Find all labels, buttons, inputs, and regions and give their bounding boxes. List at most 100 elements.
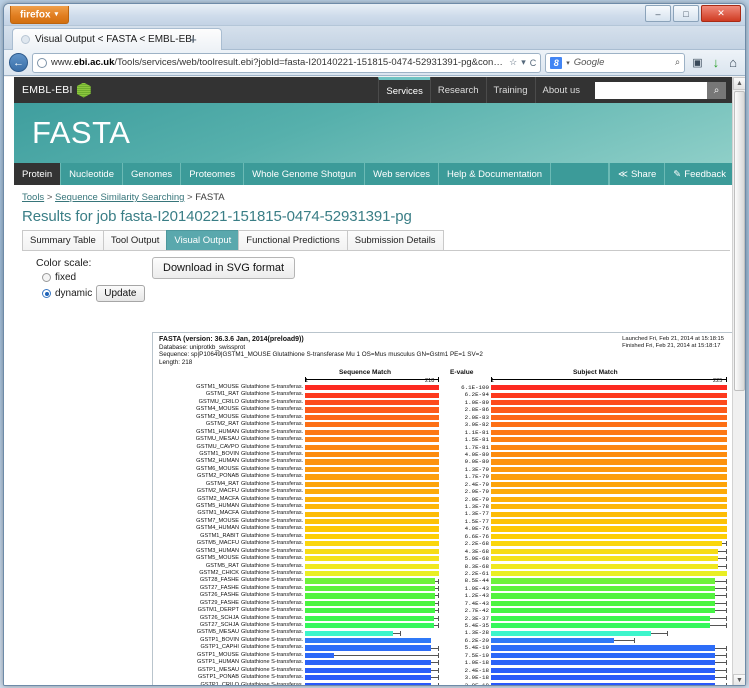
subject-match-bar[interactable] (491, 437, 727, 443)
sequence-match-bar[interactable] (305, 474, 439, 480)
sequence-match-bar[interactable] (305, 459, 439, 465)
subject-match-bar[interactable] (491, 511, 727, 517)
tool-nav-protein[interactable]: Protein (14, 163, 62, 185)
subject-match-bar[interactable] (491, 593, 716, 599)
table-row[interactable]: GSTMU_MESAU Glutathione S-transferas... 1.… (153, 436, 736, 443)
table-row[interactable]: GST26_FASHE Glutathione S-transferas... 1.… (153, 592, 736, 599)
subject-match-bar[interactable] (491, 578, 716, 584)
subject-match-bar[interactable] (491, 444, 727, 450)
hit-accession[interactable]: GST26_SCHJA (153, 615, 239, 622)
table-row[interactable]: GSTP1_BOVIN Glutathione S-transferas... 6.… (153, 637, 736, 644)
table-row[interactable]: GSTM4_MOUSE Glutathione S-transferas... 2.… (153, 406, 736, 413)
table-row[interactable]: GST26_SCHJA Glutathione S-transferas... 2.… (153, 615, 736, 622)
hit-accession[interactable]: GST26_FASHE (153, 592, 239, 599)
table-row[interactable]: GSTP1_CAPHI Glutathione S-transferas... 5.… (153, 644, 736, 651)
sequence-match-bar[interactable] (305, 623, 434, 629)
table-row[interactable]: GSTM6_MOUSE Glutathione S-transferas... 1.… (153, 466, 736, 473)
sequence-match-bar[interactable] (305, 563, 439, 569)
table-row[interactable]: GSTM5_MESAU Glutathione S-transferas... 1.… (153, 629, 736, 636)
hit-accession[interactable]: GSTM2_MACFU (153, 488, 239, 495)
page-action-icon[interactable]: ▣ (689, 56, 705, 69)
subject-match-bar[interactable] (491, 675, 716, 681)
hit-accession[interactable]: GSTM1_RABIT (153, 533, 239, 540)
subject-match-bar[interactable] (491, 392, 727, 398)
hit-accession[interactable]: GSTM1_MACFA (153, 510, 239, 517)
breadcrumb-sequence-similarity-searching[interactable]: Sequence Similarity Searching (55, 192, 184, 203)
subject-match-bar[interactable] (491, 645, 716, 651)
hit-accession[interactable]: GSTM1_RAT (153, 391, 239, 398)
hit-accession[interactable]: GSTM2_CHICK (153, 570, 239, 577)
close-button[interactable]: ✕ (701, 5, 741, 22)
sequence-match-bar[interactable] (305, 526, 439, 532)
subject-match-bar[interactable] (491, 585, 716, 592)
sequence-match-bar[interactable] (305, 504, 439, 510)
feedback-button[interactable]: ✎ Feedback (664, 163, 734, 185)
download-icon[interactable]: ↓ (710, 55, 723, 70)
sequence-match-bar[interactable] (305, 630, 394, 636)
ebi-nav-about-us[interactable]: About us (534, 77, 588, 103)
table-row[interactable]: GSTM4_HUMAN Glutathione S-transferas... 4.… (153, 525, 736, 532)
subject-match-bar[interactable] (491, 571, 727, 577)
breadcrumb-tools[interactable]: Tools (22, 192, 44, 203)
tab-submission-details[interactable]: Submission Details (346, 230, 444, 250)
sequence-match-bar[interactable] (305, 667, 431, 673)
scroll-down-icon[interactable]: ▼ (733, 674, 745, 685)
back-button[interactable]: ← (9, 53, 28, 72)
table-row[interactable]: GSTM1_MOUSE Glutathione S-transferas... 6.… (153, 384, 736, 391)
table-row[interactable]: GSTM5_RAT Glutathione S-transferas... 8.3E… (153, 563, 736, 570)
subject-match-bar[interactable] (491, 399, 727, 406)
subject-match-bar[interactable] (491, 452, 727, 458)
hit-accession[interactable]: GSTM2_RAT (153, 421, 239, 428)
firefox-menu-button[interactable]: firefox ▾ (10, 6, 70, 24)
hit-accession[interactable]: GSTP1_MOUSE (153, 652, 239, 659)
table-row[interactable]: GSTM1_MACFA Glutathione S-transferas... 1.… (153, 510, 736, 517)
subject-match-bar[interactable] (491, 548, 718, 554)
sequence-match-bar[interactable] (305, 511, 439, 517)
hit-accession[interactable]: GSTM2_MOUSE (153, 414, 239, 421)
hit-accession[interactable]: GSTM4_RAT (153, 481, 239, 488)
hit-accession[interactable]: GSTP1_PONAB (153, 674, 239, 681)
hit-accession[interactable]: GST27_FASHE (153, 585, 239, 592)
hit-accession[interactable]: GST29_FASHE (153, 600, 239, 607)
reload-icon[interactable]: C (530, 58, 537, 68)
hit-accession[interactable]: GSTP1_CRILO (153, 682, 239, 686)
subject-match-bar[interactable] (491, 518, 727, 525)
sequence-match-bar[interactable] (305, 422, 439, 428)
table-row[interactable]: GSTM2_MOUSE Glutathione S-transferas... 2.… (153, 414, 736, 421)
sequence-match-bar[interactable] (305, 518, 439, 525)
subject-match-bar[interactable] (491, 608, 716, 614)
subject-match-bar[interactable] (491, 637, 614, 644)
hit-accession[interactable]: GSTMU_MESAU (153, 436, 239, 443)
hit-accession[interactable]: GSTM6_MOUSE (153, 466, 239, 473)
subject-match-bar[interactable] (491, 504, 727, 510)
table-row[interactable]: GSTM2_RAT Glutathione S-transferas... 3.9E… (153, 421, 736, 428)
sequence-match-bar[interactable] (305, 593, 435, 599)
subject-match-bar[interactable] (491, 474, 727, 480)
subject-match-bar[interactable] (491, 526, 727, 532)
site-search-input[interactable] (595, 81, 707, 99)
page-scrollbar[interactable]: ▲ ▼ (732, 77, 745, 685)
ebi-nav-training[interactable]: Training (485, 77, 535, 103)
sequence-match-bar[interactable] (305, 637, 431, 644)
table-row[interactable]: GSTM1_HUMAN Glutathione S-transferas... 1.… (153, 429, 736, 436)
hit-accession[interactable]: GST28_FASHE (153, 577, 239, 584)
search-icon[interactable]: ⌕ (707, 81, 726, 99)
sequence-match-bar[interactable] (305, 608, 435, 614)
scrollbar-thumb[interactable] (734, 91, 745, 391)
download-svg-button[interactable]: Download in SVG format (152, 257, 296, 279)
radio-fixed[interactable]: fixed (42, 272, 152, 283)
table-row[interactable]: GSTM5_MACFU Glutathione S-transferas... 2.… (153, 540, 736, 547)
sequence-match-bar[interactable] (305, 429, 439, 435)
ebi-nav-research[interactable]: Research (429, 77, 486, 103)
hit-accession[interactable]: GSTM4_MOUSE (153, 406, 239, 413)
hit-accession[interactable]: GSTM2_MACFA (153, 496, 239, 503)
bookmark-star-icon[interactable]: ☆ (509, 57, 517, 68)
sequence-match-bar[interactable] (305, 466, 439, 473)
subject-match-bar[interactable] (491, 630, 652, 636)
table-row[interactable]: GST27_SCHJA Glutathione S-transferas... 5.… (153, 622, 736, 629)
hit-accession[interactable]: GSTP1_MESAU (153, 667, 239, 674)
table-row[interactable]: GSTM2_CHICK Glutathione S-transferas... 2.… (153, 570, 736, 577)
table-row[interactable]: GST29_FASHE Glutathione S-transferas... 7.… (153, 600, 736, 607)
table-row[interactable]: GSTP1_CRILO Glutathione S-transferas... 3.… (153, 682, 736, 686)
chevron-down-icon[interactable]: ▾ (566, 59, 570, 67)
